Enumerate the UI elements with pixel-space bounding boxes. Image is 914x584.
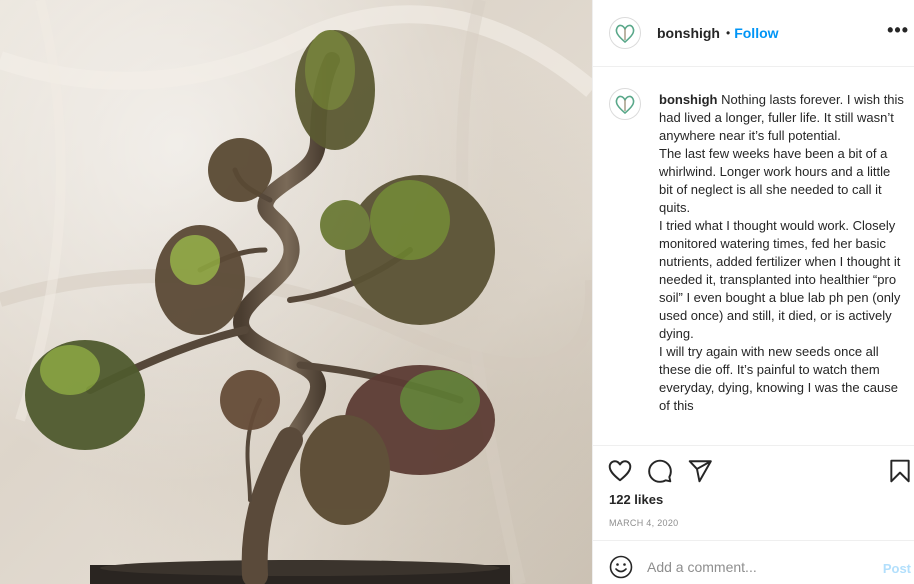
avatar[interactable] xyxy=(609,17,641,49)
more-options-icon[interactable]: ••• xyxy=(887,21,909,39)
likes-count[interactable]: 122 likes xyxy=(609,492,663,507)
caption-body: Nothing lasts forever. I wish this had l… xyxy=(659,92,904,413)
post-actions: 122 likes MARCH 4, 2020 xyxy=(593,445,914,540)
bonsai-illustration xyxy=(0,0,592,584)
heart-leaf-logo-icon xyxy=(615,95,635,115)
post-comment-button[interactable]: Post xyxy=(883,561,911,576)
post-date[interactable]: MARCH 4, 2020 xyxy=(609,518,678,528)
post-header: bonshigh • Follow ••• xyxy=(593,0,914,67)
header-separator: • xyxy=(726,26,731,40)
caption-text: bonshigh Nothing lasts forever. I wish t… xyxy=(659,91,905,415)
header-username[interactable]: bonshigh xyxy=(657,25,720,41)
caption-avatar[interactable] xyxy=(609,88,641,120)
smiley-icon[interactable] xyxy=(609,555,633,579)
comment-bar: Post xyxy=(593,540,914,584)
caption-username[interactable]: bonshigh xyxy=(659,92,718,107)
post-image[interactable] xyxy=(0,0,592,584)
follow-button[interactable]: Follow xyxy=(734,25,778,41)
heart-leaf-logo-icon xyxy=(615,24,635,44)
comment-input[interactable] xyxy=(647,551,867,583)
post-side-panel: bonshigh • Follow ••• bonshigh Nothing l… xyxy=(592,0,914,584)
heart-icon[interactable] xyxy=(607,458,633,484)
caption-section: bonshigh Nothing lasts forever. I wish t… xyxy=(593,67,914,445)
comment-bubble-icon[interactable] xyxy=(647,458,673,484)
bookmark-icon[interactable] xyxy=(887,458,913,484)
paper-plane-icon[interactable] xyxy=(687,458,713,484)
